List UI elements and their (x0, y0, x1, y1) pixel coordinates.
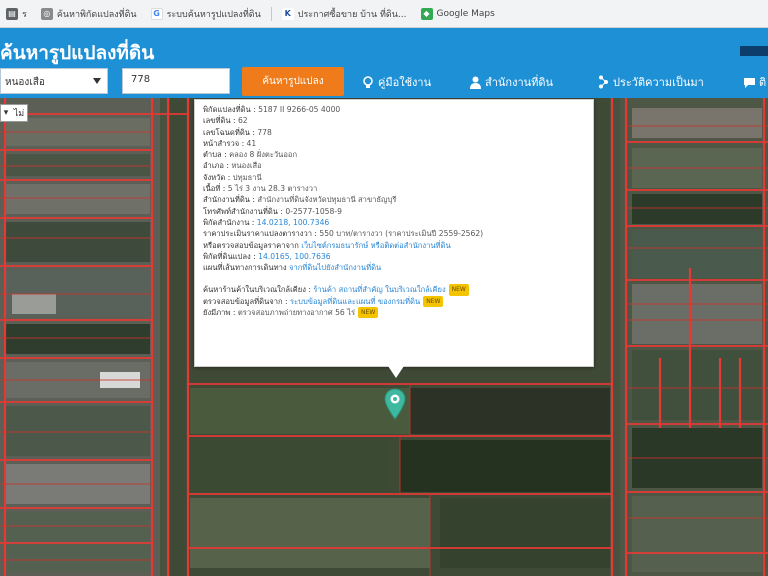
popup-row-value: 550 บาท/ตารางวา (ราคาประเมินปี 2559-2562… (319, 229, 484, 239)
bookmark-item-4[interactable]: K ประกาศซื้อขาย บ้าน ที่ดิน... (278, 5, 411, 23)
popup-row: เลขโฉนดที่ดิน : 778 (203, 127, 585, 138)
popup-row: เนื้อที่ : 5 ไร่ 3 งาน 28.3 ตารางวา (203, 183, 585, 194)
location-pin-icon[interactable] (384, 388, 406, 420)
nav-land-office[interactable]: สำนักงานที่ดิน (470, 73, 553, 91)
nav-history[interactable]: ประวัติความเป็นมา (598, 73, 704, 91)
user-icon (470, 76, 481, 89)
popup-row-label: ราคาประเมินราคาแปลงตารางวา : (203, 229, 317, 239)
popup-row-link[interactable]: 14.0218, 100.7346 (257, 218, 329, 227)
popup-row: หน้าสำรวจ : 41 (203, 138, 585, 149)
popup-row-link[interactable]: 14.0165, 100.7636 (258, 252, 330, 261)
popup-row-label: ตำบล : (203, 150, 227, 160)
popup-row: ราคาประเมินราคาแปลงตารางวา : 550 บาท/ตาร… (203, 228, 585, 239)
popup-row: จังหวัด : ปทุมธานี (203, 172, 585, 183)
satellite-map[interactable]: ▾ ไม่ พิกัดแปลงที่ดิน : 5187 II 9266-05 … (0, 98, 768, 576)
popup-row: พิกัดสำนักงาน : 14.0218, 100.7346 (203, 217, 585, 228)
popup-row: ตำบล : คลอง 8 ฝั่งตะวันออก (203, 149, 585, 160)
popup-row-value: ตรวจสอบภาพถ่ายทางอากาศ 56 ไร่ (237, 308, 356, 318)
search-toolbar: หนองเสือ 778 ค้นหารูปแปลง คู่มือใช้งาน ส… (0, 67, 768, 96)
popup-row-label: ค้นหาร้านค้าในบริเวณใกล้เคียง : (203, 285, 311, 295)
parcel-info-list: พิกัดแปลงที่ดิน : 5187 II 9266-05 4000 เล… (203, 104, 585, 319)
lightbulb-icon (363, 75, 373, 88)
popup-row-link[interactable]: ร้านค้า สถานที่สำคัญ ในบริเวณใกล้เคียง (313, 285, 445, 294)
popup-pointer (388, 366, 404, 378)
popup-row-label: ตรวจสอบข้อมูลที่ดินจาก : (203, 296, 288, 306)
popup-spacer (203, 273, 585, 284)
popup-row: หรือตรวจสอบข้อมูลราคาจาก เว็บไซต์กรมธนาร… (203, 240, 585, 251)
k-logo-icon: K (281, 7, 294, 20)
chat-icon (744, 77, 755, 88)
popup-row-value: คลอง 8 ฝั่งตะวันออก (229, 150, 298, 160)
new-badge: NEW (423, 295, 444, 308)
popup-row-value: 5 ไร่ 3 งาน 28.3 ตารางวา (227, 184, 318, 194)
popup-row-label: แผนที่เส้นทางการเดินทาง (203, 263, 287, 273)
g-logo-icon: G (150, 7, 163, 20)
search-button[interactable]: ค้นหารูปแปลง (242, 67, 344, 96)
site-header: ค้นหารูปแปลงที่ดิน หนองเสือ 778 ค้นหารูป… (0, 28, 768, 98)
popup-row: พิกัดที่ดินแปลง : 14.0165, 100.7636 (203, 251, 585, 262)
popup-row-label: สำนักงานที่ดิน : (203, 195, 255, 205)
popup-row: โทรศัพท์สำนักงานที่ดิน : 0-2577-1058-9 (203, 206, 585, 217)
popup-row: ตรวจสอบข้อมูลที่ดินจาก : ระบบข้อมูลที่ดิ… (203, 295, 585, 308)
popup-row-value: 778 (257, 127, 272, 137)
popup-row-label: อำเภอ : (203, 161, 229, 171)
page-title: ค้นหารูปแปลงที่ดิน (0, 42, 155, 64)
bookmark-separator (270, 6, 272, 21)
bookmarks-bar: ▤ ร ◎ ค้นหาพิกัดแปลงที่ดิน G ระบบค้นหารู… (0, 0, 768, 28)
bookmark-item-2[interactable]: ◎ ค้นหาพิกัดแปลงที่ดิน (37, 5, 141, 23)
popup-row-value: 62 (237, 116, 248, 126)
nav-contact[interactable]: ติ (744, 73, 766, 91)
header-badge (740, 46, 768, 56)
popup-row: พิกัดแปลงที่ดิน : 5187 II 9266-05 4000 (203, 104, 585, 115)
chevron-down-icon (93, 78, 101, 84)
popup-row: ค้นหาร้านค้าในบริเวณใกล้เคียง : ร้านค้า … (203, 284, 585, 296)
popup-row-label: ยังมีภาพ : (203, 308, 236, 318)
maps-icon: ◆ (420, 7, 433, 20)
popup-row-value: ปทุมธานี (232, 172, 262, 182)
new-badge: NEW (358, 307, 379, 319)
popup-row-label: หน้าสำรวจ : (203, 138, 245, 148)
map-type-control[interactable]: ▾ ไม่ (0, 104, 28, 122)
popup-row-link[interactable]: จากที่ดินไปยังสำนักงานที่ดิน (289, 263, 381, 272)
popup-row-label: พิกัดที่ดินแปลง : (203, 251, 256, 261)
popup-row-label: เลขโฉนดที่ดิน : (203, 127, 255, 137)
popup-row-label: โทรศัพท์สำนักงานที่ดิน : (203, 206, 283, 216)
popup-row-label: เนื้อที่ : (203, 184, 226, 194)
chevron-down-icon: ▾ (3, 108, 9, 118)
popup-row-value: 41 (246, 138, 257, 148)
parcel-number-input[interactable]: 778 (122, 68, 230, 94)
popup-row: แผนที่เส้นทางการเดินทาง จากที่ดินไปยังสำ… (203, 262, 585, 273)
nav-manual[interactable]: คู่มือใช้งาน (362, 73, 431, 91)
bookmark-item-3[interactable]: G ระบบค้นหารูปแปลงที่ดิน (147, 5, 265, 23)
bookmark-item-5[interactable]: ◆ Google Maps (417, 6, 499, 22)
district-select[interactable]: หนองเสือ (0, 68, 108, 94)
popup-row-label: พิกัดสำนักงาน : (203, 217, 255, 227)
popup-row-link[interactable]: เว็บไซต์กรมธนารักษ์ หรือติดต่อสำนักงานที… (301, 241, 450, 250)
popup-row-value: 5187 II 9266-05 4000 (258, 105, 341, 114)
globe-icon: ◎ (40, 7, 53, 20)
popup-row-value: หนองเสือ (231, 161, 262, 171)
popup-row: ยังมีภาพ : ตรวจสอบภาพถ่ายทางอากาศ 56 ไร่… (203, 307, 585, 319)
timeline-icon (599, 75, 608, 89)
bookmark-item-1[interactable]: ▤ ร (2, 5, 31, 23)
popup-row-label: เลขที่ดิน : (203, 116, 236, 126)
popup-row-label: จังหวัด : (203, 172, 231, 182)
popup-row-value: สำนักงานที่ดินจังหวัดปทุมธานี สาขาธัญบุร… (257, 195, 397, 205)
popup-row-label: หรือตรวจสอบข้อมูลราคาจาก (203, 240, 299, 250)
bookmark-icon: ▤ (6, 7, 18, 20)
parcel-info-popup: พิกัดแปลงที่ดิน : 5187 II 9266-05 4000 เล… (194, 99, 594, 367)
popup-row: สำนักงานที่ดิน : สำนักงานที่ดินจังหวัดปท… (203, 194, 585, 205)
popup-row: เลขที่ดิน : 62 (203, 115, 585, 126)
popup-row-link[interactable]: ระบบข้อมูลที่ดินและแผนที่ ของกรมที่ดิน (290, 297, 420, 306)
popup-row-value: 0-2577-1058-9 (285, 206, 342, 216)
popup-row: อำเภอ : หนองเสือ (203, 160, 585, 171)
new-badge: NEW (448, 284, 469, 296)
popup-row-label: พิกัดแปลงที่ดิน : (203, 105, 256, 114)
